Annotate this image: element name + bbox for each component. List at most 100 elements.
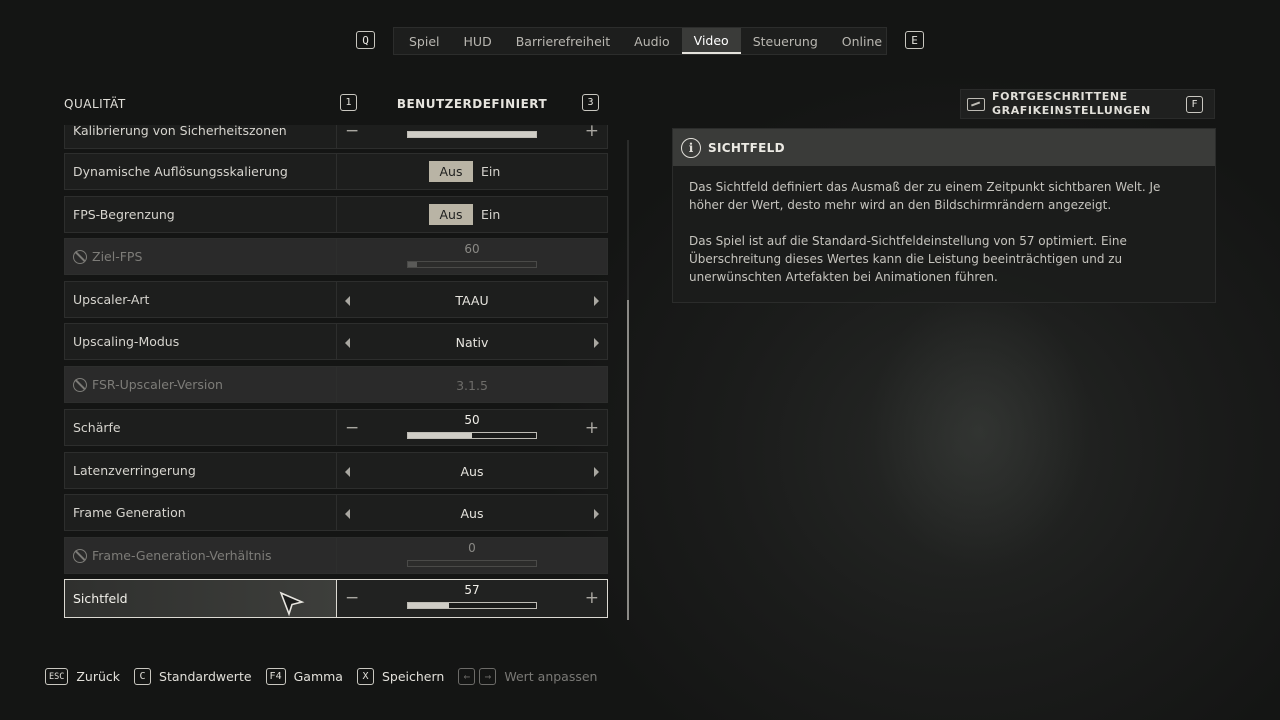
plus-icon[interactable]: + [585,125,599,141]
info-paragraph: Das Sichtfeld definiert das Ausmaß der z… [689,180,1161,212]
selector-control[interactable]: Nativ [337,324,607,359]
slider-value: 0 [468,541,476,555]
setting-row-frame-generation[interactable]: Frame Generation Aus [64,494,608,531]
gamma-button[interactable]: Gamma [294,669,343,684]
setting-row-target-fps: Ziel-FPS 60 [64,238,608,275]
f4-key[interactable]: F4 [265,668,286,685]
setting-label: Latenzverringerung [65,453,337,488]
setting-row-frame-generation-ratio: Frame-Generation-Verhältnis 0 [64,537,608,574]
x-key[interactable]: X [356,668,374,685]
info-panel-body: Das Sichtfeld definiert das Ausmaß der z… [673,166,1215,286]
slider-control[interactable]: − + [337,125,607,148]
selector-value: Aus [460,464,484,479]
selector-value: Aus [460,506,484,521]
setting-label: Ziel-FPS [92,249,143,264]
tab-audio[interactable]: Audio [622,28,682,54]
back-button[interactable]: Zurück [76,669,120,684]
plus-icon[interactable]: + [585,418,599,438]
setting-label: Upscaler-Art [65,282,337,317]
tab-barrierefreiheit[interactable]: Barrierefreiheit [504,28,622,54]
setting-label: FPS-Begrenzung [65,197,337,232]
quality-label: QUALITÄT [64,97,126,111]
info-panel-header: i SICHTFELD [673,129,1215,166]
tab-hud[interactable]: HUD [452,28,504,54]
prev-tab-key[interactable]: Q [356,31,375,49]
next-tab-key[interactable]: E [905,31,924,49]
settings-tabs: Spiel HUD Barrierefreiheit Audio Video S… [393,27,887,55]
setting-row-sharpness[interactable]: Schärfe − 50 + [64,409,608,446]
settings-scrollbar[interactable] [627,140,629,620]
slider-value: 60 [464,242,480,256]
tab-video[interactable]: Video [681,28,741,54]
arrow-right-icon[interactable] [594,338,599,348]
monitor-icon [967,97,985,111]
setting-label: Frame Generation [65,495,337,530]
defaults-button[interactable]: Standardwerte [159,669,252,684]
arrow-right-key-icon: → [479,668,497,685]
slider-fill [408,433,472,438]
save-button[interactable]: Speichern [382,669,444,684]
quality-next-key[interactable]: 3 [582,94,599,111]
slider-fill [408,603,449,608]
setting-row-dynamic-resolution[interactable]: Dynamische Auflösungsskalierung Aus Ein [64,153,608,190]
setting-row-safe-zone[interactable]: Kalibrierung von Sicherheitszonen − + [64,125,608,149]
info-panel-title: SICHTFELD [708,140,785,155]
slider-track [407,560,537,567]
plus-icon[interactable]: + [585,588,599,608]
quality-prev-key[interactable]: 1 [340,94,357,111]
toggle-control[interactable]: Aus Ein [429,204,508,225]
setting-row-fsr-version: FSR-Upscaler-Version 3.1.5 [64,366,608,403]
scrollbar-thumb[interactable] [627,300,629,620]
arrow-right-icon[interactable] [594,296,599,306]
toggle-control[interactable]: Aus Ein [429,161,508,182]
slider-control[interactable]: − 57 + [337,580,607,617]
setting-label: FSR-Upscaler-Version [92,377,223,392]
slider-track[interactable] [407,602,537,609]
setting-label: Kalibrierung von Sicherheitszonen [65,125,337,148]
advanced-label-line2: GRAFIKEINSTELLUNGEN [992,104,1151,117]
toggle-off-option[interactable]: Aus [429,161,473,182]
footer-actions: ESC Zurück C Standardwerte F4 Gamma X Sp… [45,668,611,685]
setting-label: Upscaling-Modus [65,324,337,359]
setting-row-latency-reduction[interactable]: Latenzverringerung Aus [64,452,608,489]
slider-track [407,261,537,268]
slider-fill [408,132,536,137]
minus-icon[interactable]: − [345,125,359,141]
esc-key[interactable]: ESC [45,668,69,685]
selector-control[interactable]: Aus [337,495,607,530]
advanced-label-line1: FORTGESCHRITTENE [992,90,1128,103]
setting-row-field-of-view[interactable]: Sichtfeld − 57 + [64,579,608,618]
selector-control[interactable]: Aus [337,453,607,488]
info-icon: i [681,137,701,158]
quality-preset-value[interactable]: BENUTZERDEFINIERT [372,97,572,111]
setting-row-upscaler-type[interactable]: Upscaler-Art TAAU [64,281,608,318]
setting-label: Dynamische Auflösungsskalierung [65,154,337,189]
disabled-icon [73,548,87,563]
slider-track[interactable] [407,131,537,138]
arrow-right-icon[interactable] [594,467,599,477]
tab-online[interactable]: Online [830,28,894,54]
slider-fill [408,262,417,267]
settings-list: Kalibrierung von Sicherheitszonen − + Dy… [64,125,609,622]
setting-row-upscaling-mode[interactable]: Upscaling-Modus Nativ [64,323,608,360]
adjust-value-hint: Wert anpassen [504,669,598,684]
c-key[interactable]: C [134,668,152,685]
toggle-off-option[interactable]: Aus [429,204,473,225]
slider-track[interactable] [407,432,537,439]
slider-control[interactable]: − 50 + [337,410,607,445]
slider-control: 60 [337,239,607,274]
toggle-on-option[interactable]: Ein [473,204,508,225]
toggle-on-option[interactable]: Ein [473,161,508,182]
arrow-right-icon[interactable] [594,509,599,519]
advanced-key[interactable]: F [1186,96,1203,113]
slider-value: 57 [464,583,480,597]
selector-value: 3.1.5 [456,378,488,393]
setting-row-fps-limit[interactable]: FPS-Begrenzung Aus Ein [64,196,608,233]
selector-value: TAAU [455,293,489,308]
slider-control: 0 [337,538,607,573]
advanced-graphics-button[interactable]: FORTGESCHRITTENE GRAFIKEINSTELLUNGEN F [960,89,1215,119]
info-paragraph: Das Spiel ist auf die Standard-Sichtfeld… [689,234,1127,284]
tab-spiel[interactable]: Spiel [397,28,452,54]
selector-control[interactable]: TAAU [337,282,607,317]
tab-steuerung[interactable]: Steuerung [741,28,830,54]
